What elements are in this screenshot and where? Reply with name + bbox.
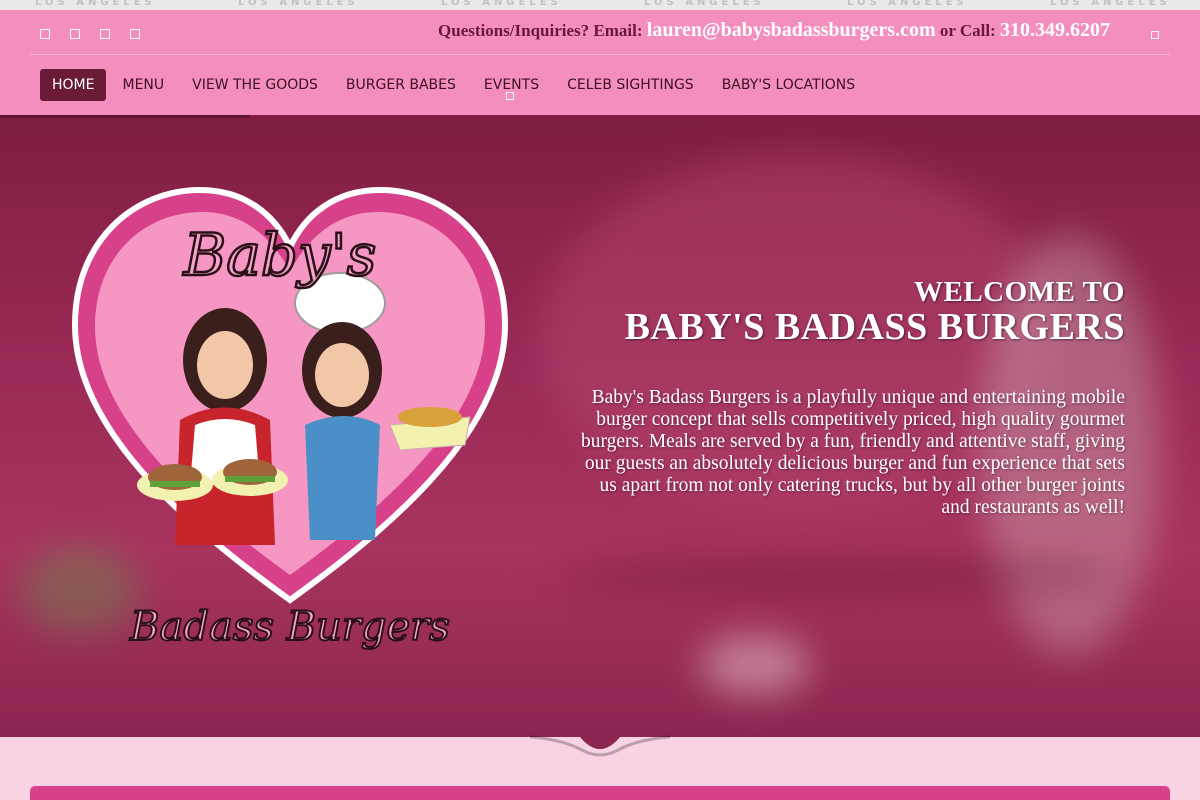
strip-text: LOS ANGELES (644, 0, 765, 8)
nav-menu[interactable]: MENU (122, 77, 164, 93)
social-icon-1[interactable] (40, 29, 50, 39)
strip-text: LOS ANGELES (35, 0, 156, 8)
header-square-icon (1151, 31, 1159, 39)
strip-text: LOS ANGELES (1050, 0, 1171, 8)
brand-logo[interactable]: Baby's Badass Burgers (70, 185, 510, 675)
site-header: Questions/Inquiries? Email: lauren@babys… (0, 10, 1200, 115)
welcome-line-2: BABY'S BADASS BURGERS (624, 306, 1125, 348)
strip-text: LOS ANGELES (441, 0, 562, 8)
nav-events[interactable]: EVENTS (484, 77, 539, 93)
main-nav: HOME MENU VIEW THE GOODS BURGER BABES EV… (40, 68, 883, 102)
content-panel-top (30, 786, 1170, 800)
social-icon-2[interactable] (70, 29, 80, 39)
social-icon-4[interactable] (130, 29, 140, 39)
nav-burger-babes[interactable]: BURGER BABES (346, 77, 456, 93)
bg-blur (560, 555, 1120, 595)
nav-babys-locations[interactable]: BABY'S LOCATIONS (722, 77, 855, 93)
nav-view-the-goods[interactable]: VIEW THE GOODS (192, 77, 318, 93)
contact-mid: or Call: (939, 21, 996, 40)
strip-text: LOS ANGELES (847, 0, 968, 8)
strip-text: LOS ANGELES (238, 0, 359, 8)
contact-info: Questions/Inquiries? Email: lauren@babys… (438, 19, 1110, 42)
bg-blur (700, 635, 810, 695)
hero-shadow (0, 115, 250, 118)
top-strip: LOS ANGELES LOS ANGELES LOS ANGELES LOS … (0, 0, 1200, 10)
social-icon-3[interactable] (100, 29, 110, 39)
dropdown-indicator-icon (506, 92, 514, 100)
section-divider-notch (530, 735, 670, 757)
logo-bottom-text: Badass Burgers (129, 604, 450, 650)
nav-home[interactable]: HOME (40, 69, 107, 101)
hero-section: Baby's Badass Burgers WELCOME TO BABY'S … (0, 115, 1200, 737)
hero-description: Baby's Badass Burgers is a playfully uni… (580, 387, 1125, 518)
contact-email-link[interactable]: lauren@babysbadassburgers.com (647, 19, 936, 41)
welcome-heading: WELCOME TO BABY'S BADASS BURGERS (625, 277, 1125, 347)
contact-prefix: Questions/Inquiries? Email: (438, 21, 643, 40)
contact-phone-link[interactable]: 310.349.6207 (1000, 19, 1110, 41)
logo-top-text: Baby's (183, 221, 377, 289)
welcome-line-1: WELCOME TO (913, 276, 1125, 308)
header-divider (30, 54, 1170, 55)
nav-celeb-sightings[interactable]: CELEB SIGHTINGS (567, 77, 694, 93)
